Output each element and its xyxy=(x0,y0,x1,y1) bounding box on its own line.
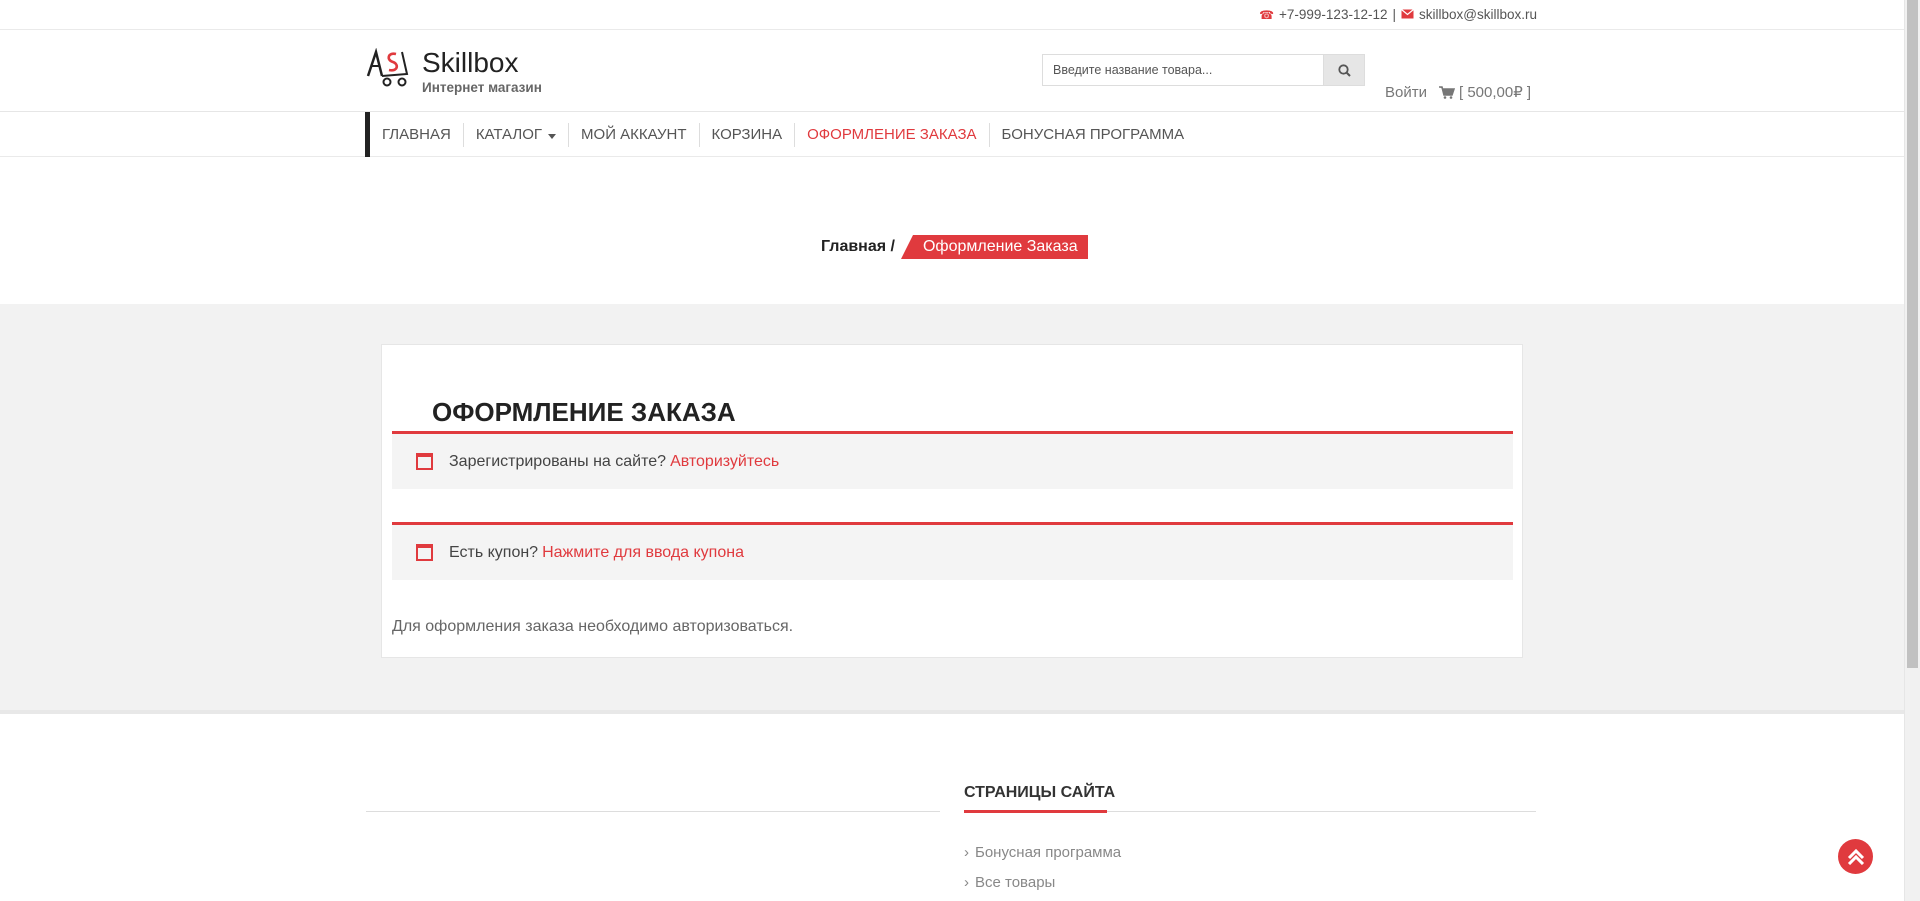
scrollbar-thumb[interactable] xyxy=(1907,0,1918,668)
nav-menu: ГЛАВНАЯ КАТАЛОГ МОЙ АККАУНТ КОРЗИНА ОФОР… xyxy=(370,112,1196,157)
cart-link[interactable]: [ 500,00₽ ] xyxy=(1438,83,1532,101)
calendar-icon xyxy=(416,453,433,470)
coupon-notice: Есть купон? Нажмите для ввода купона xyxy=(392,522,1513,580)
search-button[interactable] xyxy=(1323,54,1365,86)
site-name: Skillbox xyxy=(422,47,519,78)
footer-pages-title: СТРАНИЦЫ САЙТА xyxy=(964,784,1116,801)
site-tagline: Интернет магазин xyxy=(422,80,542,95)
nav-item-home[interactable]: ГЛАВНАЯ xyxy=(370,122,464,147)
footer-link-label: Бонусная программа xyxy=(975,844,1122,861)
nav-item-catalog[interactable]: КАТАЛОГ xyxy=(464,122,570,147)
breadcrumb: Главная / Оформление Заказа xyxy=(0,157,1920,304)
top-bar: ☎ +7-999-123-12-12 | skillbox@skillbox.r… xyxy=(0,0,1920,30)
caret-down-icon xyxy=(548,133,557,139)
footer-link-all-products[interactable]: › Все товары xyxy=(964,868,1121,898)
login-link[interactable]: Войти xyxy=(1385,84,1427,101)
footer-title-underline xyxy=(964,810,1107,813)
nav-item-label: КАТАЛОГ xyxy=(475,125,543,143)
content-area: ОФОРМЛЕНИЕ ЗАКАЗА Зарегистрированы на са… xyxy=(0,304,1904,714)
phone-number[interactable]: +7-999-123-12-12 xyxy=(1279,7,1387,22)
footer-link-label: Все товары xyxy=(975,874,1056,891)
footer-divider xyxy=(366,811,940,812)
nav-item-label: КОРЗИНА xyxy=(711,125,783,143)
search-form xyxy=(1042,54,1365,86)
main-navigation: ГЛАВНАЯ КАТАЛОГ МОЙ АККАУНТ КОРЗИНА ОФОР… xyxy=(0,112,1920,157)
nav-item-label: БОНУСНАЯ ПРОГРАММА xyxy=(1001,125,1185,143)
auth-required-message: Для оформления заказа необходимо авториз… xyxy=(392,618,794,635)
contact-separator: | xyxy=(1392,7,1396,22)
nav-item-label: ОФОРМЛЕНИЕ ЗАКАЗА xyxy=(807,125,977,143)
coupon-link[interactable]: Нажмите для ввода купона xyxy=(542,544,744,562)
cart-total: [ 500,00₽ ] xyxy=(1458,84,1532,101)
envelope-icon xyxy=(1401,8,1414,22)
breadcrumb-current: Оформление Заказа xyxy=(900,235,1088,259)
nav-item-checkout[interactable]: ОФОРМЛЕНИЕ ЗАКАЗА xyxy=(795,122,990,147)
site-logo[interactable]: Skillbox Интернет магазин xyxy=(366,48,542,95)
breadcrumb-home[interactable]: Главная / xyxy=(821,238,895,256)
page-title: ОФОРМЛЕНИЕ ЗАКАЗА xyxy=(432,397,736,427)
login-link-notice[interactable]: Авторизуйтесь xyxy=(670,453,779,471)
login-notice-text: Зарегистрированы на сайте? xyxy=(449,452,667,470)
nav-item-account[interactable]: МОЙ АККАУНТ xyxy=(569,122,700,147)
login-notice: Зарегистрированы на сайте? Авторизуйтесь xyxy=(392,431,1513,489)
chevron-up-icon xyxy=(1847,848,1864,865)
logo-icon xyxy=(366,48,409,87)
footer-pages-list: › Бонусная программа › Все товары xyxy=(964,838,1121,898)
checkout-card: ОФОРМЛЕНИЕ ЗАКАЗА Зарегистрированы на са… xyxy=(381,344,1523,658)
page-scrollbar[interactable] xyxy=(1904,0,1920,901)
scroll-to-top-button[interactable] xyxy=(1838,839,1873,874)
email-link[interactable]: skillbox@skillbox.ru xyxy=(1419,7,1537,22)
chevron-right-icon: › xyxy=(964,874,969,891)
contact-info: ☎ +7-999-123-12-12 | skillbox@skillbox.r… xyxy=(1259,7,1537,22)
nav-item-bonus[interactable]: БОНУСНАЯ ПРОГРАММА xyxy=(990,123,1197,147)
cart-icon xyxy=(1438,85,1455,99)
search-icon xyxy=(1337,63,1351,77)
account-area: Войти [ 500,00₽ ] xyxy=(1385,83,1532,102)
nav-item-cart[interactable]: КОРЗИНА xyxy=(700,122,796,147)
calendar-icon xyxy=(416,544,433,561)
coupon-notice-text: Есть купон? xyxy=(449,543,539,561)
chevron-right-icon: › xyxy=(964,844,969,861)
footer-link-bonus[interactable]: › Бонусная программа xyxy=(964,838,1121,868)
site-footer: СТРАНИЦЫ САЙТА › Бонусная программа › Все … xyxy=(0,718,1904,901)
site-header: Skillbox Интернет магазин Войти [ 500,00… xyxy=(0,30,1920,112)
search-input[interactable] xyxy=(1042,54,1323,86)
nav-item-label: ГЛАВНАЯ xyxy=(382,125,451,143)
phone-icon: ☎ xyxy=(1259,7,1275,22)
nav-item-label: МОЙ АККАУНТ xyxy=(581,125,687,143)
